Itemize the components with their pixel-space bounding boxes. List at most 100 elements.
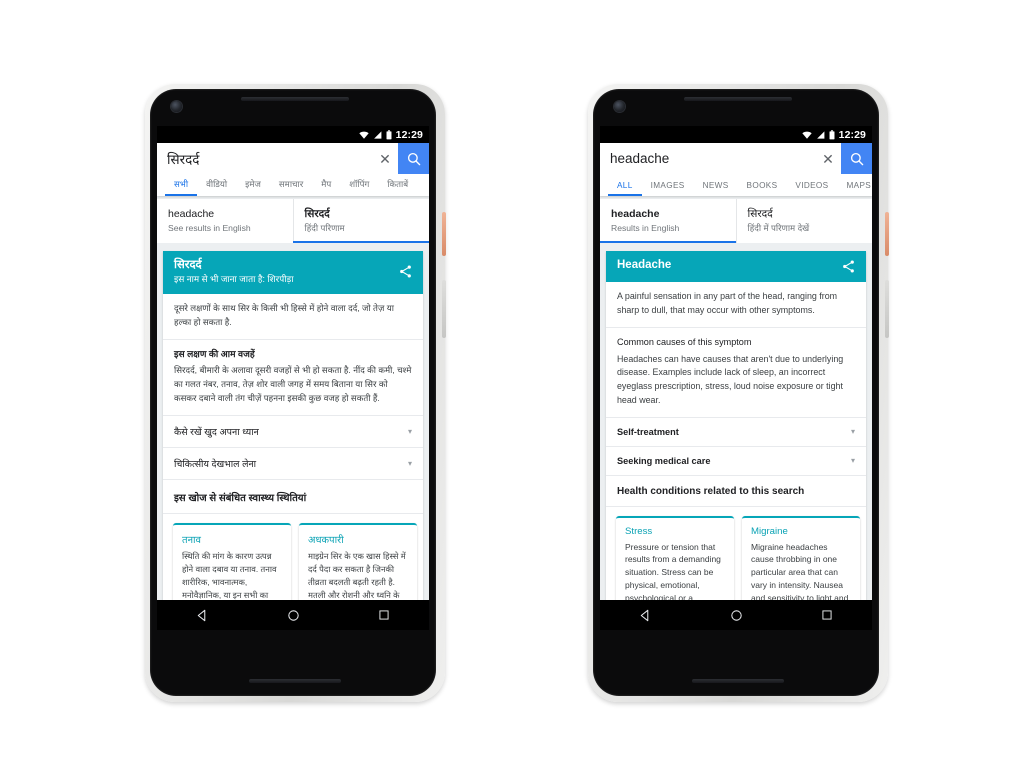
search-input[interactable]: headache (600, 151, 815, 166)
android-nav-bar (157, 600, 429, 630)
recents-icon[interactable] (378, 609, 390, 621)
section-body: सिरदर्द, बीमारी के अलावा दूसरी वजहों से … (174, 365, 412, 404)
signal-icon (373, 130, 382, 139)
tab-news[interactable]: NEWS (694, 181, 738, 196)
language-option-hindi[interactable]: सिरदर्द हिंदी परिणाम (292, 199, 430, 244)
chevron-down-icon: ▾ (850, 427, 855, 437)
screenshot-canvas: 12:29 सिरदर्द ✕ सभी वीडियो इमेज समाचार म… (0, 0, 1024, 778)
condition-card[interactable]: Migraine Migraine headaches cause throbb… (742, 515, 860, 602)
search-row: सिरदर्द ✕ (157, 143, 429, 174)
tab-books[interactable]: BOOKS (738, 181, 787, 196)
knowledge-panel-header: Headache (606, 251, 866, 283)
knowledge-panel: सिरदर्द इस नाम से भी जाना जाता है: शिरपी… (163, 251, 423, 609)
search-button[interactable] (841, 143, 872, 174)
status-bar: 12:29 (157, 126, 429, 143)
language-option-title: headache (168, 208, 215, 220)
accordion-self-treatment[interactable]: कैसे रखें खुद अपना ध्यान ▾ (163, 416, 423, 448)
language-option-english[interactable]: headache Results in English (600, 199, 736, 243)
common-causes-section: इस लक्षण की आम वजहें सिरदर्द, बीमारी के … (163, 340, 423, 416)
condition-card[interactable]: Stress Pressure or tension that results … (616, 515, 734, 602)
section-heading: Common causes of this symptom (617, 336, 752, 347)
share-icon[interactable] (398, 264, 413, 279)
front-camera-icon (171, 101, 182, 112)
search-icon (407, 152, 420, 165)
wifi-icon (801, 131, 812, 139)
tab-maps[interactable]: MAPS (837, 181, 872, 196)
tab-maps[interactable]: मैप (312, 178, 340, 196)
tab-videos[interactable]: वीडियो (197, 178, 236, 196)
search-tabs: सभी वीडियो इमेज समाचार मैप शॉपिंग किताबे… (157, 174, 429, 196)
volume-button[interactable] (885, 280, 889, 338)
condition-card-title: Stress (625, 525, 653, 537)
accordion-label: Seeking medical care (617, 455, 711, 466)
share-icon[interactable] (841, 259, 856, 274)
language-option-english[interactable]: headache See results in English (157, 199, 293, 243)
accordion-self-treatment[interactable]: Self-treatment ▾ (606, 418, 866, 447)
search-button[interactable] (398, 143, 429, 174)
language-switcher: headache See results in English सिरदर्द … (157, 199, 430, 244)
home-icon[interactable] (730, 609, 743, 622)
page-subtitle: इस नाम से भी जाना जाता है: शिरपीड़ा (174, 274, 294, 285)
search-input[interactable]: सिरदर्द (157, 150, 372, 168)
tab-books[interactable]: किताबें (378, 178, 417, 196)
earpiece-speaker (684, 97, 792, 101)
tab-videos[interactable]: VIDEOS (786, 181, 837, 196)
language-option-hindi[interactable]: सिरदर्द हिंदी में परिणाम देखें (735, 199, 873, 244)
active-language-underline (293, 241, 429, 244)
status-bar-clock: 12:29 (838, 128, 866, 141)
back-icon[interactable] (639, 609, 652, 622)
power-button[interactable] (442, 212, 446, 256)
accordion-label: कैसे रखें खुद अपना ध्यान (174, 425, 259, 437)
related-conditions-heading: Health conditions related to this search (606, 476, 866, 507)
condition-card[interactable]: अधकपारी माइग्रेन सिर के एक खास हिस्से मे… (299, 522, 417, 609)
power-button[interactable] (885, 212, 889, 256)
page-title: सिरदर्द (174, 259, 202, 272)
tab-news[interactable]: समाचार (270, 178, 312, 196)
battery-icon (829, 129, 835, 139)
tab-shopping[interactable]: शॉपिंग (340, 178, 378, 196)
knowledge-panel-header: सिरदर्द इस नाम से भी जाना जाता है: शिरपी… (163, 251, 423, 294)
accordion-medical-care[interactable]: चिकित्सीय देखभाल लेना ▾ (163, 448, 423, 480)
language-option-subtitle: See results in English (168, 223, 251, 234)
home-icon[interactable] (287, 609, 300, 622)
condition-card-carousel[interactable]: Stress Pressure or tension that results … (606, 507, 866, 602)
tab-images[interactable]: इमेज (236, 178, 270, 196)
search-icon (850, 152, 863, 165)
hindi-phone-screen: 12:29 सिरदर्द ✕ सभी वीडियो इमेज समाचार म… (157, 126, 429, 630)
english-phone-screen: 12:29 headache ✕ ALL IMAGES NEWS BOOKS V… (600, 126, 872, 630)
knowledge-panel: Headache A painful sensation in any part… (606, 251, 866, 602)
condition-card-body: Migraine headaches cause throbbing in on… (751, 541, 849, 602)
search-row: headache ✕ (600, 143, 872, 174)
condition-card-title: Migraine (751, 525, 788, 537)
language-option-subtitle: हिंदी परिणाम (304, 223, 345, 234)
tab-images[interactable]: IMAGES (642, 181, 694, 196)
clear-icon[interactable]: ✕ (815, 152, 841, 166)
definition-section: A painful sensation in any part of the h… (606, 282, 866, 328)
condition-card-carousel[interactable]: तनाव स्थिति की मांग के कारण उत्पन्न होने… (163, 514, 423, 609)
page-title: Headache (617, 259, 672, 272)
accordion-medical-care[interactable]: Seeking medical care ▾ (606, 447, 866, 476)
section-heading: इस लक्षण की आम वजहें (174, 348, 255, 359)
status-bar: 12:29 (600, 126, 872, 143)
tab-all[interactable]: ALL (608, 181, 642, 196)
status-bar-clock: 12:29 (395, 128, 423, 141)
definition-text: A painful sensation in any part of the h… (617, 291, 838, 316)
back-icon[interactable] (196, 609, 209, 622)
volume-button[interactable] (442, 280, 446, 338)
tab-all[interactable]: सभी (165, 178, 198, 196)
earpiece-speaker (241, 97, 349, 101)
chevron-down-icon: ▾ (407, 458, 412, 468)
definition-section: दूसरे लक्षणों के साथ सिर के किसी भी हिस्… (163, 294, 423, 340)
bottom-speaker-grille (692, 679, 784, 683)
bottom-speaker-grille (249, 679, 341, 683)
search-tabs: ALL IMAGES NEWS BOOKS VIDEOS MAPS (600, 174, 872, 196)
related-conditions-heading: इस खोज से संबंधित स्वास्थ्य स्थितियां (163, 480, 423, 514)
accordion-label: Self-treatment (617, 426, 679, 437)
condition-card-title: अधकपारी (308, 534, 344, 546)
related-heading-text: इस खोज से संबंधित स्वास्थ्य स्थितियां (174, 492, 307, 504)
recents-icon[interactable] (821, 609, 833, 621)
condition-card-body: Pressure or tension that results from a … (625, 541, 721, 602)
english-phone-device: 12:29 headache ✕ ALL IMAGES NEWS BOOKS V… (588, 84, 889, 702)
clear-icon[interactable]: ✕ (372, 152, 398, 166)
condition-card[interactable]: तनाव स्थिति की मांग के कारण उत्पन्न होने… (173, 522, 291, 609)
